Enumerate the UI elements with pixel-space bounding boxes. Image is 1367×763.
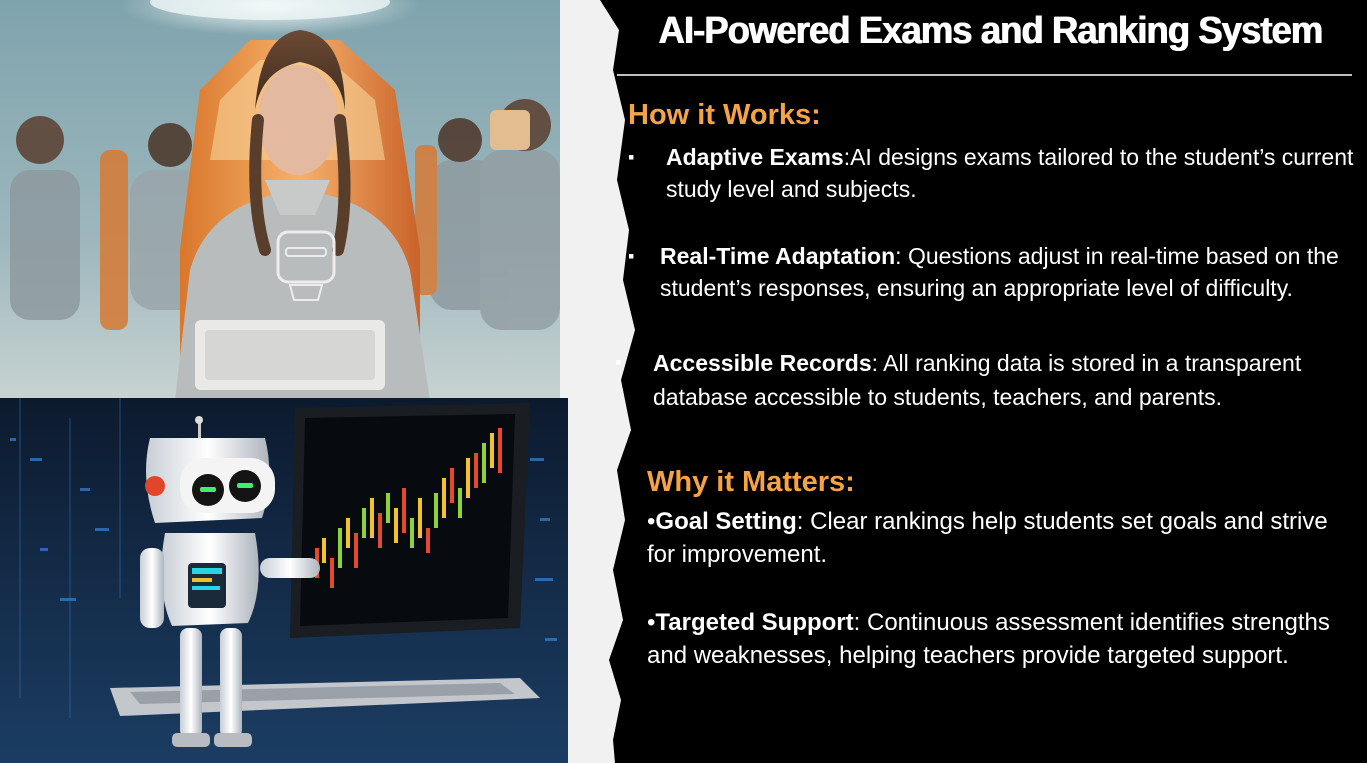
content-panel: AI-Powered Exams and Ranking System How … bbox=[595, 0, 1367, 763]
bullet-text: Real-Time Adaptation: Questions adjust i… bbox=[660, 243, 1339, 301]
robot-laptop-stock-chart-photo bbox=[0, 398, 568, 763]
how-it-works-heading: How it Works: bbox=[628, 99, 821, 131]
page-title: AI-Powered Exams and Ranking System bbox=[658, 10, 1323, 52]
why-it-matters-heading: Why it Matters: bbox=[647, 466, 855, 498]
bullet-text: Accessible Records: All ranking data is … bbox=[653, 350, 1302, 410]
bullet-label: Accessible Records bbox=[653, 350, 872, 376]
bullet-label: Adaptive Exams bbox=[666, 144, 844, 170]
square-bullet-icon: ▪ bbox=[628, 246, 635, 266]
bullet-label: Targeted Support bbox=[655, 609, 854, 636]
title-divider bbox=[617, 74, 1352, 76]
why-targeted-support: •Targeted Support: Continuous assessment… bbox=[647, 609, 1330, 669]
classroom-students-photo bbox=[0, 0, 560, 400]
square-bullet-icon: ▪ bbox=[615, 352, 622, 372]
square-bullet-icon: ▪ bbox=[628, 147, 635, 167]
bullet-label: Real-Time Adaptation bbox=[660, 243, 896, 269]
why-goal-setting: •Goal Setting: Clear rankings help stude… bbox=[647, 508, 1328, 568]
bullet-label: Goal Setting bbox=[655, 508, 797, 535]
image-column bbox=[0, 0, 600, 763]
bullet-text: Adaptive Exams:AI designs exams tailored… bbox=[666, 144, 1354, 202]
